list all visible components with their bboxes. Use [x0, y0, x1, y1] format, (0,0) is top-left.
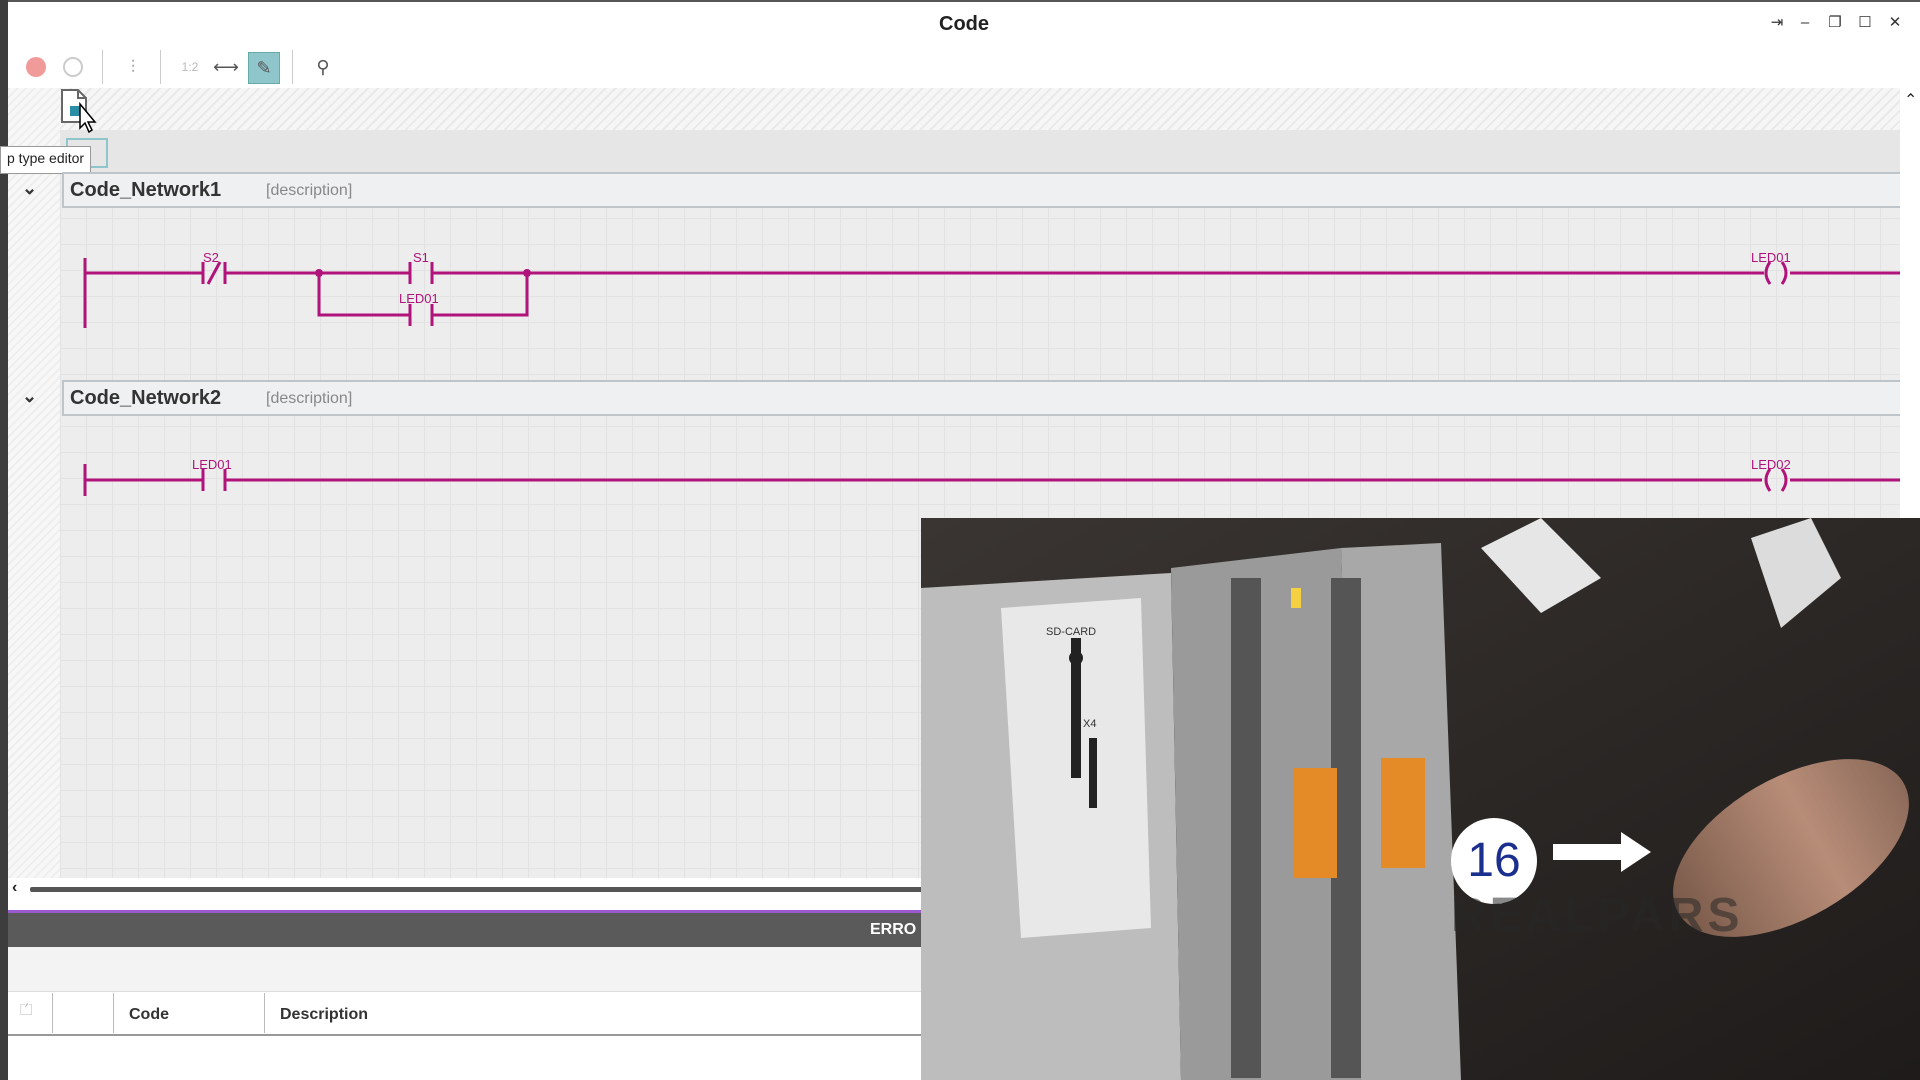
column-separator	[264, 993, 265, 1033]
coil-label[interactable]: LED02	[1751, 457, 1791, 472]
arrowhead-icon	[1621, 832, 1651, 872]
arrow-icon	[1553, 844, 1623, 860]
contact-label[interactable]: LED01	[192, 457, 232, 472]
coil-led02	[1764, 468, 1772, 492]
scrollbar-thumb[interactable]	[30, 887, 930, 892]
coil-label[interactable]: LED01	[1751, 250, 1791, 265]
coil-led01	[1764, 261, 1772, 285]
filter-icon[interactable]: ⏍	[20, 1002, 32, 1020]
watermark: REALPARS	[1451, 889, 1744, 942]
contact-label[interactable]: LED01	[399, 291, 439, 306]
chevron-up-icon[interactable]: ⌃	[1904, 90, 1917, 110]
column-separator	[113, 993, 114, 1033]
column-separator	[52, 993, 53, 1033]
column-header-description[interactable]: Description	[280, 1006, 368, 1024]
branch-wire	[432, 273, 529, 317]
error-panel-title: ERRO	[870, 921, 917, 938]
contact-label[interactable]: S1	[413, 250, 429, 265]
plc-hardware-photo	[921, 518, 1920, 1080]
x4-label: X4	[1083, 718, 1097, 730]
chevron-left-icon[interactable]: ‹	[12, 879, 17, 897]
branch-wire	[317, 273, 410, 317]
column-header-code[interactable]: Code	[129, 1006, 169, 1024]
video-overlay[interactable]: 16 REALPARS SD-CARD X4	[921, 518, 1920, 1080]
sd-card-label: SD-CARD	[1046, 626, 1097, 638]
contact-label[interactable]: S2	[203, 250, 219, 265]
